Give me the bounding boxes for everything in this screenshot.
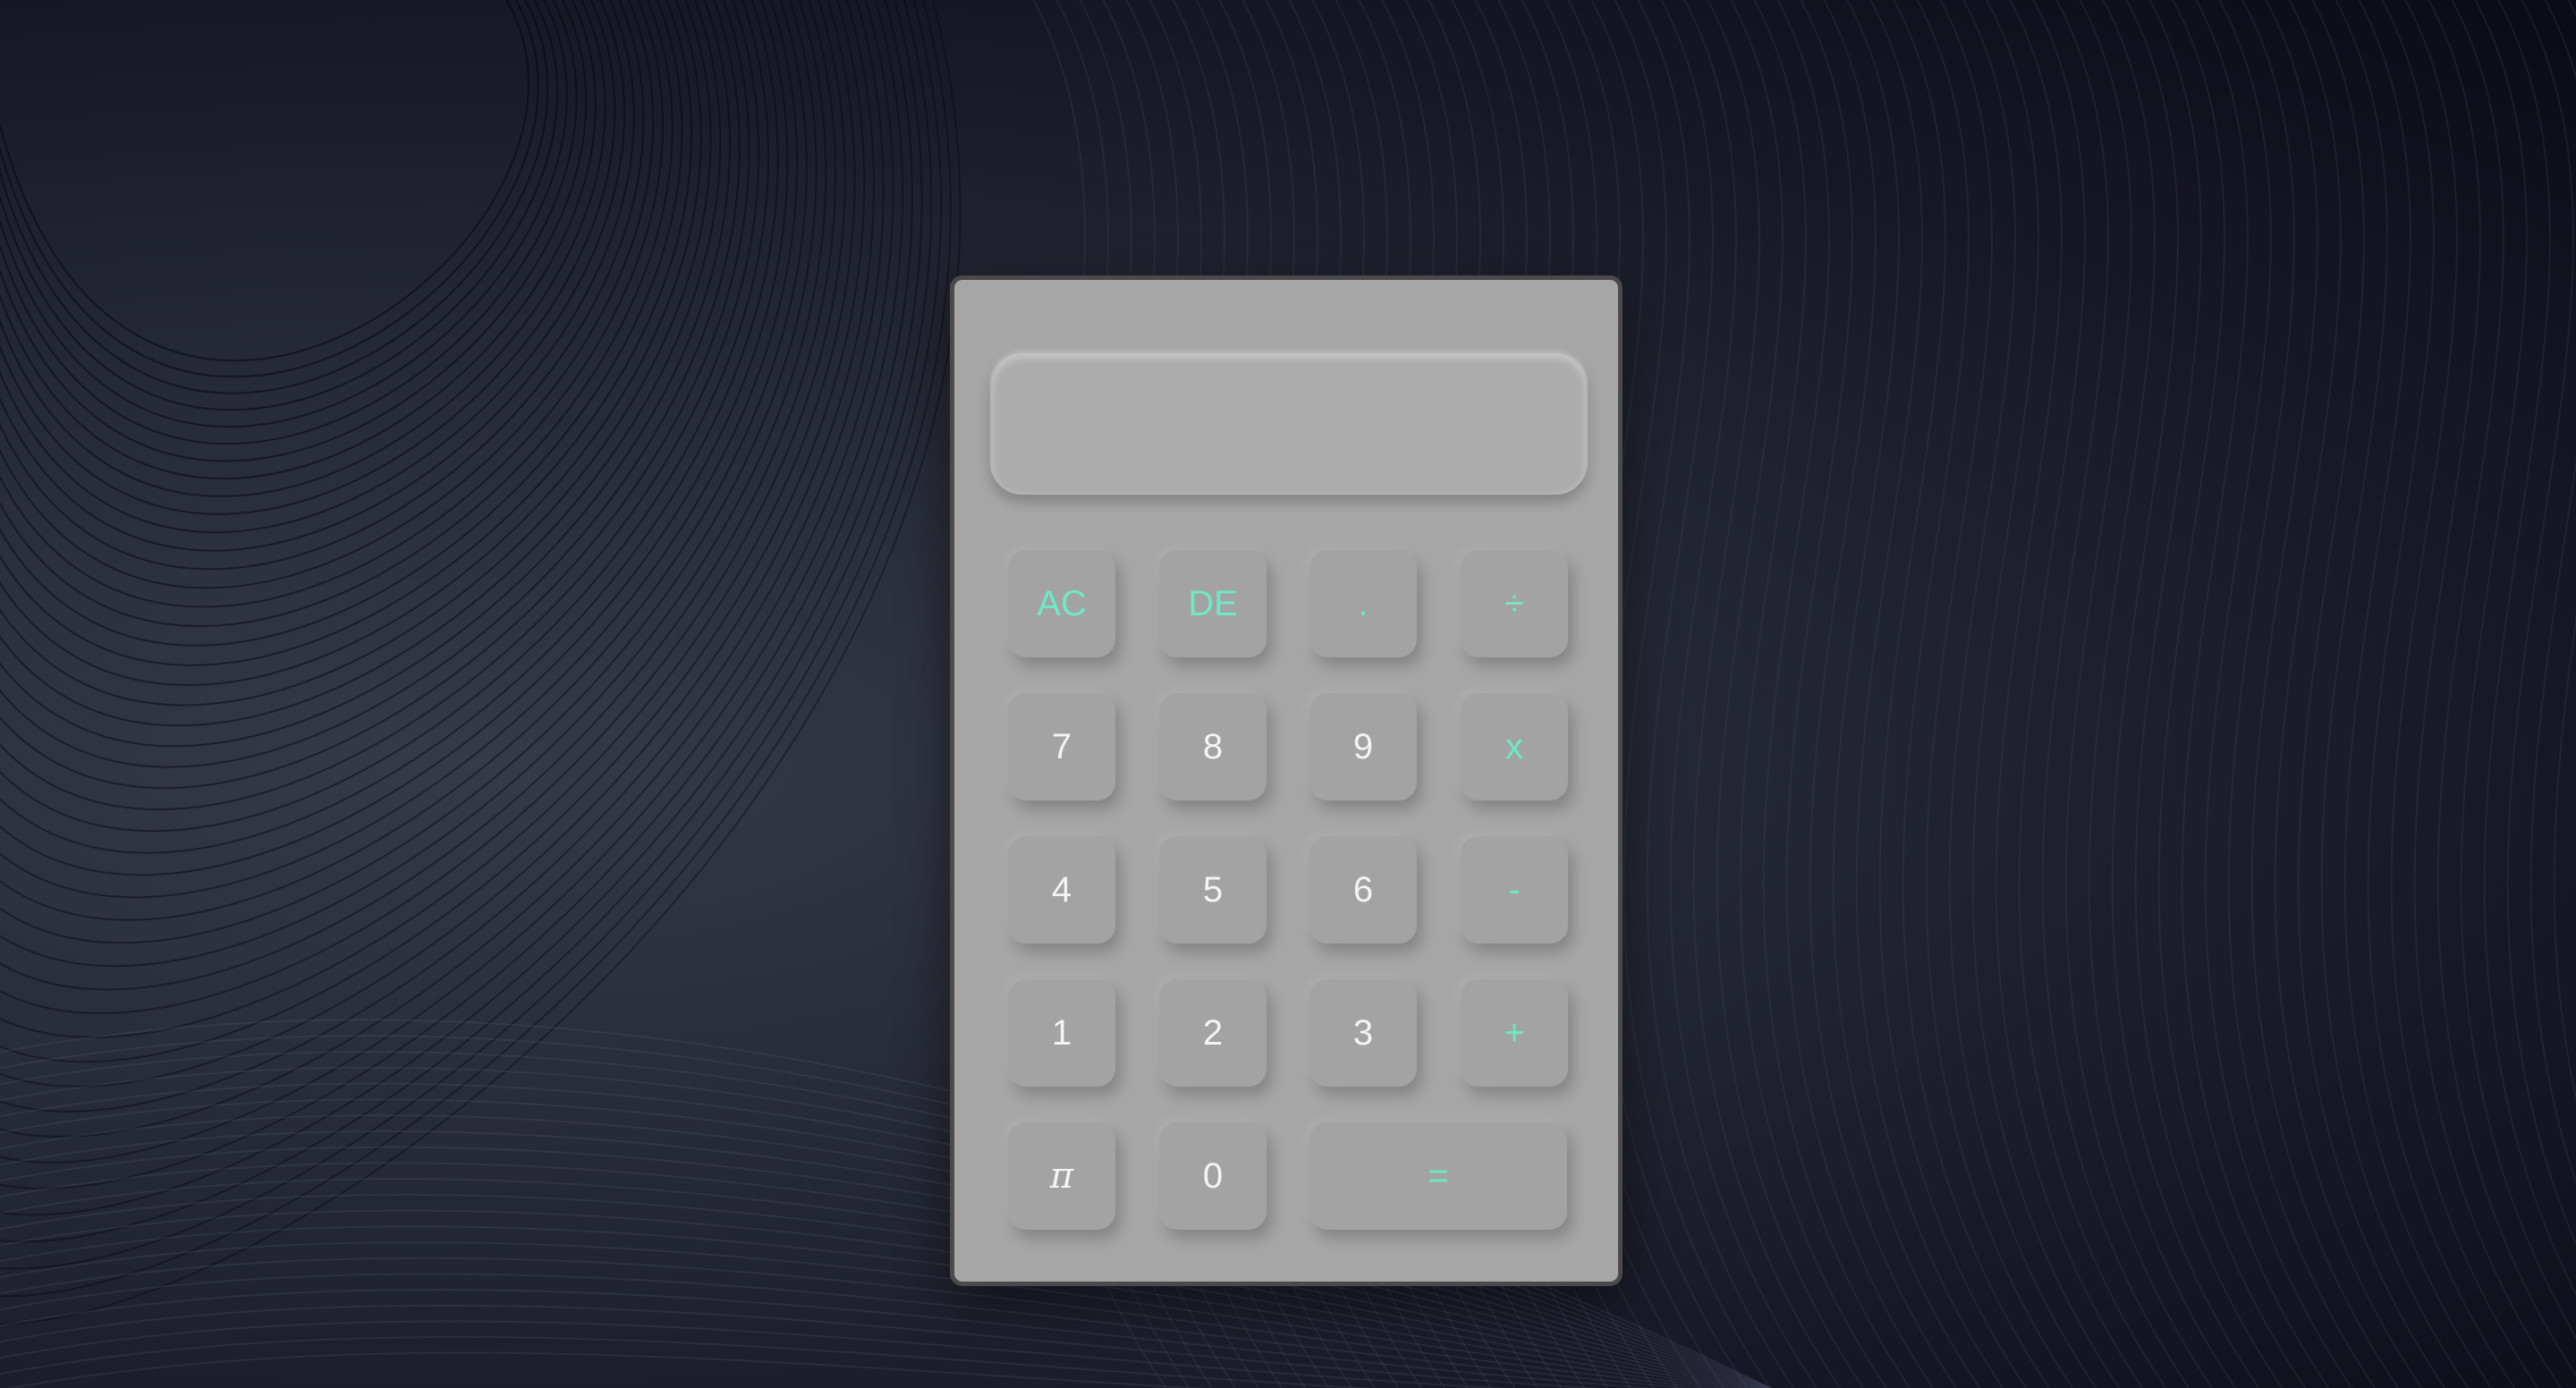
digit-0-button[interactable]: 0 [1159,1122,1267,1230]
equals-button[interactable]: = [1309,1122,1567,1230]
digit-2-button[interactable]: 2 [1159,979,1267,1087]
digit-5-button[interactable]: 5 [1159,836,1267,944]
divide-button[interactable]: ÷ [1461,550,1568,657]
subtract-button[interactable]: - [1461,836,1568,944]
digit-4-button[interactable]: 4 [1008,836,1115,944]
digit-6-button[interactable]: 6 [1309,836,1417,944]
digit-3-button[interactable]: 3 [1309,979,1417,1087]
digit-9-button[interactable]: 9 [1309,693,1417,800]
digit-1-button[interactable]: 1 [1008,979,1115,1087]
digit-7-button[interactable]: 7 [1008,693,1115,800]
all-clear-button[interactable]: AC [1008,550,1115,657]
calculator: AC DE . ÷ 7 8 9 x 4 5 6 - 1 2 3 + π 0 = [950,275,1623,1286]
digit-8-button[interactable]: 8 [1159,693,1267,800]
decimal-point-button[interactable]: . [1309,550,1417,657]
multiply-button[interactable]: x [1461,693,1568,800]
pi-button[interactable]: π [1008,1122,1115,1230]
calculator-display [990,351,1588,495]
delete-button[interactable]: DE [1159,550,1267,657]
add-button[interactable]: + [1461,979,1568,1087]
